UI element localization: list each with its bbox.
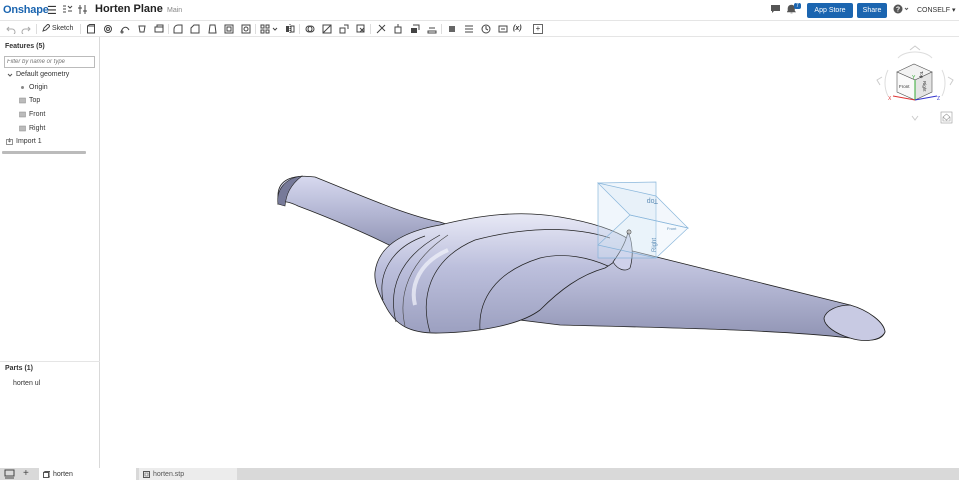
loft-icon[interactable]	[137, 24, 147, 34]
sketch-label: Sketch	[52, 24, 74, 32]
comment-icon[interactable]	[770, 4, 781, 16]
feature-toolbar: Sketch (x) +	[0, 21, 959, 37]
user-menu[interactable]: CONSELF ▾	[917, 6, 956, 14]
feature-item-label: Top	[29, 97, 41, 104]
top-plane-label: Top	[647, 197, 658, 204]
tab-bar: + horten horten.stp	[0, 468, 959, 480]
sketch-button[interactable]: Sketch	[42, 24, 73, 32]
view-options-icon[interactable]	[940, 111, 953, 124]
mirror-icon[interactable]	[285, 24, 295, 34]
parts-divider[interactable]	[0, 361, 100, 362]
feature-list-icon[interactable]	[62, 4, 73, 17]
rotate-arrow-left-icon[interactable]	[876, 76, 883, 86]
cube-right-label: Right	[922, 81, 927, 92]
tab-imported-file[interactable]: horten.stp	[139, 468, 237, 480]
tab-label: horten.stp	[153, 470, 185, 478]
feature-filter-input[interactable]	[4, 56, 95, 68]
reference-planes[interactable]: Top Right Front	[596, 181, 690, 259]
file-icon	[143, 470, 150, 478]
split-icon[interactable]	[322, 24, 332, 34]
boolean-icon[interactable]	[305, 24, 315, 34]
origin-point-icon	[21, 86, 24, 89]
thicken-icon[interactable]	[154, 24, 164, 34]
undo-icon[interactable]	[6, 24, 16, 34]
feature-item-label: Import 1	[16, 138, 42, 145]
pattern-dropdown-icon[interactable]	[272, 24, 282, 34]
feature-panel: Features (5) Default geometry Origin Top…	[0, 37, 100, 468]
tab-label: horten	[53, 470, 73, 478]
z-axis-label: Z	[937, 96, 940, 102]
configuration-icon[interactable]	[77, 4, 88, 17]
redo-icon[interactable]	[21, 24, 31, 34]
mate-connector-icon[interactable]	[464, 24, 474, 34]
svg-text:?: ?	[896, 7, 900, 14]
pencil-icon	[42, 24, 50, 32]
parts-header: Parts (1)	[5, 365, 34, 372]
help-icon[interactable]: ?	[893, 4, 909, 16]
feature-item-front[interactable]: Front	[19, 111, 45, 118]
rotate-arrow-down-icon[interactable]	[911, 115, 919, 121]
features-header: Features (5)	[5, 43, 45, 50]
pattern-icon[interactable]	[260, 24, 270, 34]
plane-icon	[19, 125, 26, 132]
replace-face-icon[interactable]	[410, 24, 420, 34]
tab-manager-icon[interactable]	[4, 469, 15, 480]
offset-surface-icon[interactable]	[427, 24, 437, 34]
feature-item-label: Right	[29, 125, 46, 132]
view-cube[interactable]: Front Right Top X Y Z	[876, 45, 954, 121]
chamfer-icon[interactable]	[190, 24, 200, 34]
front-plane-label: Front	[667, 226, 677, 231]
measure-icon[interactable]	[498, 24, 508, 34]
feature-item-origin[interactable]: Origin	[19, 84, 48, 91]
extrude-icon[interactable]	[86, 24, 96, 34]
part-studio-icon	[43, 470, 50, 478]
default-geometry-label: Default geometry	[16, 71, 70, 78]
graphics-viewport[interactable]: Top Right Front Front Right Top X Y Z	[101, 37, 959, 468]
sweep-icon[interactable]	[120, 24, 130, 34]
delete-part-icon[interactable]	[356, 24, 366, 34]
feature-list-scrollbar[interactable]	[2, 151, 86, 154]
x-axis-label: X	[888, 96, 892, 102]
onshape-logo[interactable]: Onshape	[3, 4, 49, 16]
feature-item-right[interactable]: Right	[19, 125, 45, 132]
workspace-label[interactable]: Main	[167, 7, 182, 14]
default-geometry-node[interactable]: Default geometry	[7, 71, 69, 78]
shell-icon[interactable]	[224, 24, 234, 34]
fillet-icon[interactable]	[173, 24, 183, 34]
cube-top-label: Top	[919, 71, 924, 79]
plane-icon	[19, 97, 26, 104]
top-bar: Onshape ☰ Horten Plane Main 7 App Store …	[0, 0, 959, 21]
tab-part-studio[interactable]: horten	[39, 468, 136, 480]
modify-fillet-icon[interactable]	[376, 24, 386, 34]
import-icon	[6, 138, 13, 145]
share-button[interactable]: Share	[857, 3, 887, 18]
draft-icon[interactable]	[207, 24, 217, 34]
feature-item-import[interactable]: Import 1	[6, 138, 42, 145]
helix-icon[interactable]	[481, 24, 491, 34]
plane-icon[interactable]	[447, 24, 457, 34]
feature-item-label: Front	[29, 111, 46, 118]
revolve-icon[interactable]	[103, 24, 113, 34]
transform-icon[interactable]	[339, 24, 349, 34]
model-canvas[interactable]: Top Right Front Front Right Top X Y Z	[101, 37, 959, 468]
app-store-button[interactable]: App Store	[807, 3, 853, 18]
feature-item-top[interactable]: Top	[19, 97, 40, 104]
plane-icon	[19, 111, 26, 118]
document-title[interactable]: Horten Plane	[95, 3, 163, 15]
part-item[interactable]: horten ul	[13, 380, 40, 387]
feature-item-label: Origin	[29, 84, 48, 91]
cube-front-label: Front	[899, 84, 910, 89]
rotate-arrow-right-icon[interactable]	[947, 76, 954, 86]
hole-icon[interactable]	[241, 24, 251, 34]
hamburger-menu-icon[interactable]: ☰	[47, 4, 57, 17]
chevron-down-icon[interactable]	[7, 72, 13, 78]
insert-tab-icon[interactable]: +	[23, 468, 29, 479]
move-face-icon[interactable]	[393, 24, 403, 34]
rotate-arrow-up-icon[interactable]	[909, 45, 921, 51]
right-plane-label: Right	[652, 238, 658, 252]
notification-badge: 7	[794, 3, 801, 9]
add-custom-feature-button[interactable]: +	[533, 24, 543, 34]
variable-button[interactable]: (x)	[513, 24, 527, 34]
